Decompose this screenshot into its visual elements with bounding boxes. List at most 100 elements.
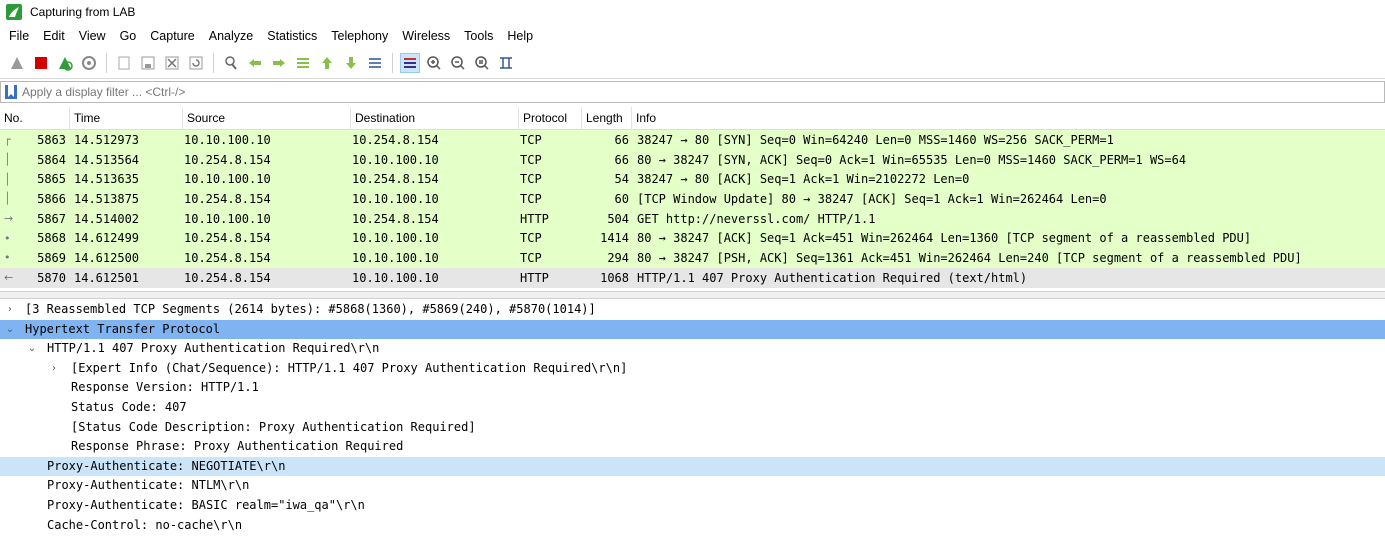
find-packet-icon[interactable]	[221, 53, 241, 73]
tree-item-label: Response Version: HTTP/1.1	[71, 380, 259, 395]
reload-file-icon[interactable]	[186, 53, 206, 73]
wireshark-fin-icon	[6, 4, 22, 20]
expand-arrow-icon[interactable]: ›	[3, 300, 17, 320]
tree-item-status-code[interactable]: Status Code: 407	[0, 398, 1385, 418]
tree-item-label: Hypertext Transfer Protocol	[25, 321, 221, 336]
open-file-icon[interactable]	[114, 53, 134, 73]
menu-go[interactable]: Go	[113, 29, 144, 43]
go-to-packet-icon[interactable]	[293, 53, 313, 73]
column-header-length[interactable]: Length	[582, 107, 632, 130]
tree-item-http[interactable]: ⌄ Hypertext Transfer Protocol	[0, 319, 1385, 340]
go-back-icon[interactable]	[245, 53, 265, 73]
auto-scroll-icon[interactable]	[365, 53, 385, 73]
menu-analyze[interactable]: Analyze	[202, 29, 260, 43]
menu-view[interactable]: View	[72, 29, 113, 43]
zoom-in-icon[interactable]	[424, 53, 444, 73]
packet-length: 60	[614, 191, 629, 206]
packet-source: 10.254.8.154	[184, 270, 271, 285]
packet-source: 10.254.8.154	[184, 231, 271, 246]
packet-no: 5870	[37, 270, 66, 285]
tree-item-label: Response Phrase: Proxy Authentication Re…	[71, 439, 404, 454]
column-header-destination[interactable]: Destination	[351, 107, 519, 130]
stop-capture-icon[interactable]	[31, 53, 51, 73]
colorize-icon[interactable]	[400, 53, 420, 73]
collapse-arrow-icon[interactable]: ⌄	[25, 339, 39, 359]
packet-info: 38247 → 80 [SYN] Seq=0 Win=64240 Len=0 M…	[637, 132, 1114, 147]
packet-row[interactable]: • 5869 14.612500 10.254.8.154 10.10.100.…	[0, 248, 1385, 268]
column-header-time[interactable]: Time	[70, 107, 183, 130]
normal-size-icon[interactable]	[472, 53, 492, 73]
column-header-info[interactable]: Info	[632, 107, 1385, 130]
packet-no: 5865	[37, 172, 66, 187]
start-capture-icon[interactable]	[7, 53, 27, 73]
packet-row[interactable]: │ 5866 14.513875 10.254.8.154 10.10.100.…	[0, 189, 1385, 209]
packet-destination: 10.10.100.10	[352, 152, 439, 167]
go-last-packet-icon[interactable]	[341, 53, 361, 73]
tree-item-proxy-auth-negotiate[interactable]: Proxy-Authenticate: NEGOTIATE\r\n	[0, 456, 1385, 477]
close-file-icon[interactable]	[162, 53, 182, 73]
resize-columns-icon[interactable]	[496, 53, 516, 73]
menu-help[interactable]: Help	[500, 29, 540, 43]
tree-item-reassembled-segments[interactable]: › [3 Reassembled TCP Segments (2614 byte…	[0, 300, 1385, 320]
tree-item-response-phrase[interactable]: Response Phrase: Proxy Authentication Re…	[0, 437, 1385, 457]
packet-time: 14.612501	[74, 270, 140, 285]
packet-info: 38247 → 80 [ACK] Seq=1 Ack=1 Win=2102272…	[637, 172, 970, 187]
tree-item-label: Proxy-Authenticate: BASIC realm="iwa_qa"…	[47, 497, 365, 512]
expand-arrow-icon[interactable]: ›	[47, 359, 61, 379]
packet-info: 80 → 38247 [PSH, ACK] Seq=1361 Ack=451 W…	[637, 250, 1302, 265]
menu-capture[interactable]: Capture	[143, 29, 201, 43]
packet-protocol: TCP	[520, 172, 542, 187]
filter-bookmark-icon[interactable]	[4, 84, 18, 100]
tree-item-response-version[interactable]: Response Version: HTTP/1.1	[0, 378, 1385, 398]
capture-options-icon[interactable]	[79, 53, 99, 73]
packet-row[interactable]: │ 5864 14.513564 10.254.8.154 10.10.100.…	[0, 149, 1385, 170]
save-file-icon[interactable]	[138, 53, 158, 73]
packet-row[interactable]: → 5867 14.514002 10.10.100.10 10.254.8.1…	[0, 208, 1385, 229]
go-forward-icon[interactable]	[269, 53, 289, 73]
tree-item-expert-info[interactable]: › [Expert Info (Chat/Sequence): HTTP/1.1…	[0, 359, 1385, 379]
title-bar: Capturing from LAB	[0, 0, 1385, 24]
tree-item-label: Proxy-Authenticate: NEGOTIATE\r\n	[47, 458, 286, 473]
go-first-packet-icon[interactable]	[317, 53, 337, 73]
packet-no: 5868	[37, 231, 66, 246]
packet-source: 10.254.8.154	[184, 152, 271, 167]
menu-wireless[interactable]: Wireless	[395, 29, 457, 43]
packet-no: 5866	[37, 191, 66, 206]
restart-capture-icon[interactable]	[55, 53, 75, 73]
column-header-protocol[interactable]: Protocol	[519, 107, 582, 130]
menu-edit[interactable]: Edit	[36, 29, 72, 43]
zoom-out-icon[interactable]	[448, 53, 468, 73]
packet-source: 10.10.100.10	[184, 172, 271, 187]
packet-row[interactable]: ┌ 5863 14.512973 10.10.100.10 10.254.8.1…	[0, 130, 1385, 150]
tree-item-proxy-auth-basic[interactable]: Proxy-Authenticate: BASIC realm="iwa_qa"…	[0, 496, 1385, 516]
pane-splitter[interactable]	[0, 291, 1385, 299]
packet-time: 14.512973	[74, 132, 140, 147]
menu-telephony[interactable]: Telephony	[324, 29, 395, 43]
collapse-arrow-icon[interactable]: ⌄	[3, 320, 17, 340]
packet-info: 80 → 38247 [SYN, ACK] Seq=0 Ack=1 Win=65…	[637, 152, 1187, 167]
tree-item-cache-control[interactable]: Cache-Control: no-cache\r\n	[0, 516, 1385, 536]
packet-time: 14.612499	[74, 231, 140, 246]
packet-row-selected[interactable]: ← 5870 14.612501 10.254.8.154 10.10.100.…	[0, 267, 1385, 288]
toolbar-separator	[106, 53, 107, 73]
packet-row[interactable]: • 5868 14.612499 10.254.8.154 10.10.100.…	[0, 228, 1385, 249]
menu-statistics[interactable]: Statistics	[260, 29, 324, 43]
display-filter-input[interactable]	[22, 83, 1362, 101]
packet-source: 10.254.8.154	[184, 191, 271, 206]
packet-details-tree: › [3 Reassembled TCP Segments (2614 byte…	[0, 300, 1385, 541]
packet-length: 504	[607, 211, 629, 226]
column-header-no[interactable]: No.	[0, 107, 70, 130]
tree-item-proxy-auth-ntlm[interactable]: Proxy-Authenticate: NTLM\r\n	[0, 476, 1385, 496]
column-header-source[interactable]: Source	[183, 107, 351, 130]
menu-tools[interactable]: Tools	[457, 29, 500, 43]
tree-item-label: [Expert Info (Chat/Sequence): HTTP/1.1 4…	[71, 360, 628, 375]
window-title: Capturing from LAB	[30, 5, 136, 19]
packet-row[interactable]: │ 5865 14.513635 10.10.100.10 10.254.8.1…	[0, 169, 1385, 190]
packet-destination: 10.10.100.10	[352, 231, 439, 246]
tree-item-status-description[interactable]: [Status Code Description: Proxy Authenti…	[0, 418, 1385, 438]
menu-file[interactable]: File	[2, 29, 36, 43]
tree-item-status-line[interactable]: ⌄ HTTP/1.1 407 Proxy Authentication Requ…	[0, 339, 1385, 359]
packet-time: 14.514002	[74, 211, 140, 226]
toolbar-separator	[213, 53, 214, 73]
packet-time: 14.612500	[74, 250, 140, 265]
